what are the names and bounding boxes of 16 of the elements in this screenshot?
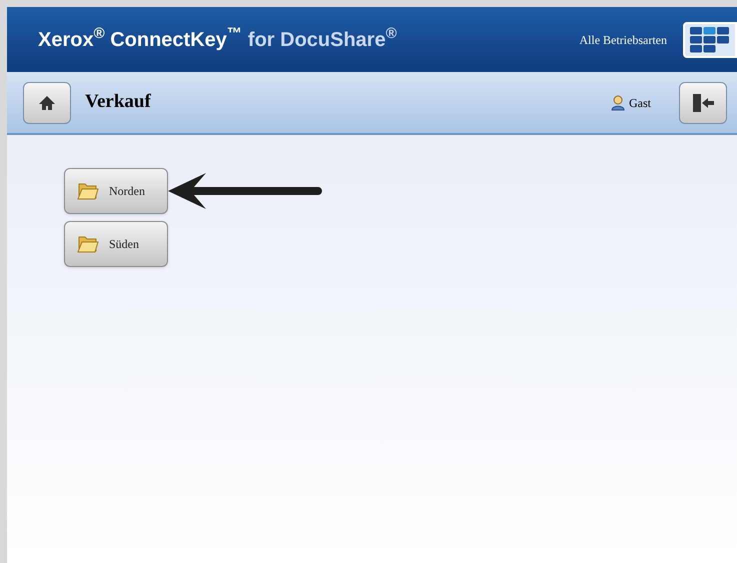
user-name: Gast xyxy=(629,94,651,112)
grid-icon xyxy=(690,26,730,52)
folder-title: Verkauf xyxy=(85,90,151,114)
folder-button[interactable]: Süden xyxy=(64,221,168,267)
logout-button[interactable] xyxy=(679,82,727,124)
folder-icon xyxy=(77,181,99,201)
folder-icon xyxy=(77,234,99,254)
all-modes-button[interactable] xyxy=(683,22,737,58)
folder-button[interactable]: Norden xyxy=(64,168,168,214)
home-icon xyxy=(38,94,56,110)
mode-label: Alle Betriebsarten xyxy=(579,32,667,48)
user-icon xyxy=(611,94,625,110)
home-button[interactable] xyxy=(23,82,71,124)
product-title: for DocuShare$^{®}$ xyxy=(248,24,397,52)
brand-title: Xerox$^{®}$ ConnectKey$^{™}$ xyxy=(38,24,242,52)
exit-door-icon xyxy=(691,92,715,112)
